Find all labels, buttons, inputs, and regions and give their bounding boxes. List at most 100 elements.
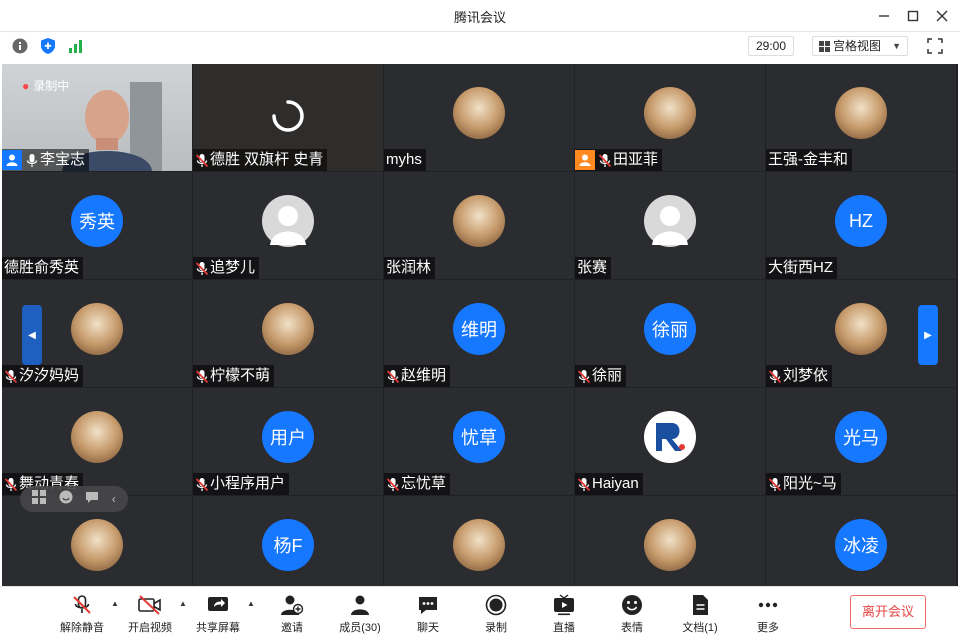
avatar-initials: 徐丽: [644, 303, 696, 355]
participant-nameplate: 张赛: [575, 257, 612, 279]
maximize-button[interactable]: [903, 6, 923, 26]
start-video-button[interactable]: 开启视频: [120, 593, 180, 639]
participant-name: myhs: [386, 151, 422, 168]
avatar-photo: [453, 519, 505, 571]
participant-tile[interactable]: 田亚菲: [575, 64, 765, 171]
avatar-initials: 冰凌: [835, 519, 887, 571]
participant-name: 德胜俞秀英: [4, 259, 80, 276]
mic-muted-icon: [195, 368, 209, 384]
security-shield-icon[interactable]: [39, 37, 57, 55]
participant-tile[interactable]: [575, 496, 765, 586]
fullscreen-icon[interactable]: [926, 37, 944, 55]
share-options-chevron-icon[interactable]: ▲: [247, 599, 255, 608]
members-button[interactable]: 成员(30): [330, 593, 390, 639]
participant-tile[interactable]: 王强-金丰和: [766, 64, 956, 171]
participant-nameplate: 田亚菲: [575, 149, 663, 171]
chat-mini-icon[interactable]: [85, 490, 99, 509]
participant-nameplate: myhs: [384, 149, 426, 171]
documents-button[interactable]: 文档(1): [670, 593, 730, 639]
participant-tile[interactable]: 忧草 忘忧草: [384, 388, 574, 495]
participant-tile[interactable]: 冰凌: [766, 496, 956, 586]
avatar-photo: [71, 411, 123, 463]
live-stream-button[interactable]: 直播: [534, 593, 594, 639]
participant-name: 田亚菲: [613, 151, 659, 168]
participant-nameplate: 追梦儿: [193, 257, 260, 279]
chat-button[interactable]: 聊天: [398, 593, 458, 639]
leave-meeting-button[interactable]: 离开会议: [850, 595, 926, 629]
info-icon[interactable]: [11, 37, 29, 55]
avatar-photo: [71, 519, 123, 571]
grid-view-icon: [819, 41, 830, 52]
avatar-photo: [835, 303, 887, 355]
smiley-icon: [622, 595, 642, 615]
participant-tile[interactable]: 徐丽 徐丽: [575, 280, 765, 387]
participant-nameplate: 刘梦依: [766, 365, 833, 387]
avatar-initials: 光马: [835, 411, 887, 463]
participant-tile[interactable]: 张赛: [575, 172, 765, 279]
participant-name: 追梦儿: [210, 259, 256, 276]
participant-tile[interactable]: 用户 小程序用户: [193, 388, 383, 495]
control-bar: 解除静音 ▲ 开启视频 ▲ 共享屏幕 ▲ 邀请 成员(30) 聊天 录制 直播 …: [0, 586, 960, 640]
avatar-initials: 忧草: [453, 411, 505, 463]
participant-tile[interactable]: 杨F: [193, 496, 383, 586]
participant-name: 阳光~马: [783, 475, 837, 492]
window-title: 腾讯会议: [453, 10, 506, 25]
participant-name: 大街西HZ: [768, 259, 833, 276]
participant-nameplate: 汐汐妈妈: [2, 365, 84, 387]
network-signal-icon[interactable]: [67, 37, 85, 55]
participant-tile[interactable]: Haiyan: [575, 388, 765, 495]
participant-name: 张赛: [577, 259, 608, 276]
camera-off-icon: [138, 595, 161, 615]
participant-tile[interactable]: myhs: [384, 64, 574, 171]
floating-mini-toolbar: ‹: [20, 486, 128, 512]
document-icon: [693, 595, 708, 615]
more-button[interactable]: 更多: [738, 593, 798, 639]
user-badge-icon: [575, 150, 595, 170]
participant-tile[interactable]: ● 录制中 李宝志: [2, 64, 192, 171]
next-page-button[interactable]: ▶: [918, 305, 938, 365]
share-screen-button[interactable]: 共享屏幕: [188, 593, 248, 639]
previous-page-button[interactable]: ◀: [22, 305, 42, 365]
participant-tile[interactable]: 德胜 双旗杆 史青: [193, 64, 383, 171]
close-button[interactable]: [932, 6, 952, 26]
minimize-button[interactable]: [874, 6, 894, 26]
collapse-chevron-icon[interactable]: ‹: [112, 492, 116, 506]
avatar-initials: HZ: [835, 195, 887, 247]
avatar-photo: [71, 303, 123, 355]
participant-tile[interactable]: 张润林: [384, 172, 574, 279]
layout-grid-icon[interactable]: [32, 489, 47, 509]
avatar-initials: 秀英: [71, 195, 123, 247]
chevron-right-icon: ▶: [924, 329, 932, 341]
participant-name: 赵维明: [401, 367, 447, 384]
participant-tile[interactable]: 光马阳光~马: [766, 388, 956, 495]
participant-tile[interactable]: 追梦儿: [193, 172, 383, 279]
participant-nameplate: 柠檬不萌: [193, 365, 275, 387]
audio-options-chevron-icon[interactable]: ▲: [111, 599, 119, 608]
reaction-smiley-icon[interactable]: [59, 490, 73, 509]
participant-tile[interactable]: 秀英德胜俞秀英: [2, 172, 192, 279]
participant-tile[interactable]: 维明 赵维明: [384, 280, 574, 387]
participant-nameplate: 徐丽: [575, 365, 627, 387]
mic-muted-icon: [598, 152, 612, 168]
participant-tile[interactable]: HZ 大街西HZ: [766, 172, 956, 279]
mic-muted-icon: [195, 476, 209, 492]
participant-nameplate: 王强-金丰和: [766, 149, 852, 171]
participant-tile[interactable]: 柠檬不萌: [193, 280, 383, 387]
participant-name: 小程序用户: [210, 475, 286, 492]
unmute-button[interactable]: 解除静音: [52, 593, 112, 639]
participant-tile[interactable]: 舞动青春: [2, 388, 192, 495]
grid-view-dropdown[interactable]: 宫格视图 ▼: [812, 36, 908, 56]
muted-mic-icon: [73, 595, 91, 614]
mic-muted-icon: [386, 476, 400, 492]
participant-tile[interactable]: [384, 496, 574, 586]
invite-button[interactable]: 邀请: [262, 593, 322, 639]
loading-spinner-icon: [272, 100, 304, 132]
reactions-button[interactable]: 表情: [602, 593, 662, 639]
record-button[interactable]: 录制: [466, 593, 526, 639]
participant-name: 王强-金丰和: [768, 151, 848, 168]
meeting-toolbar: 29:00 宫格视图 ▼: [0, 32, 960, 60]
video-options-chevron-icon[interactable]: ▲: [179, 599, 187, 608]
recording-indicator: ● 录制中: [22, 79, 70, 93]
mic-muted-icon: [577, 368, 591, 384]
share-screen-icon: [208, 597, 228, 611]
